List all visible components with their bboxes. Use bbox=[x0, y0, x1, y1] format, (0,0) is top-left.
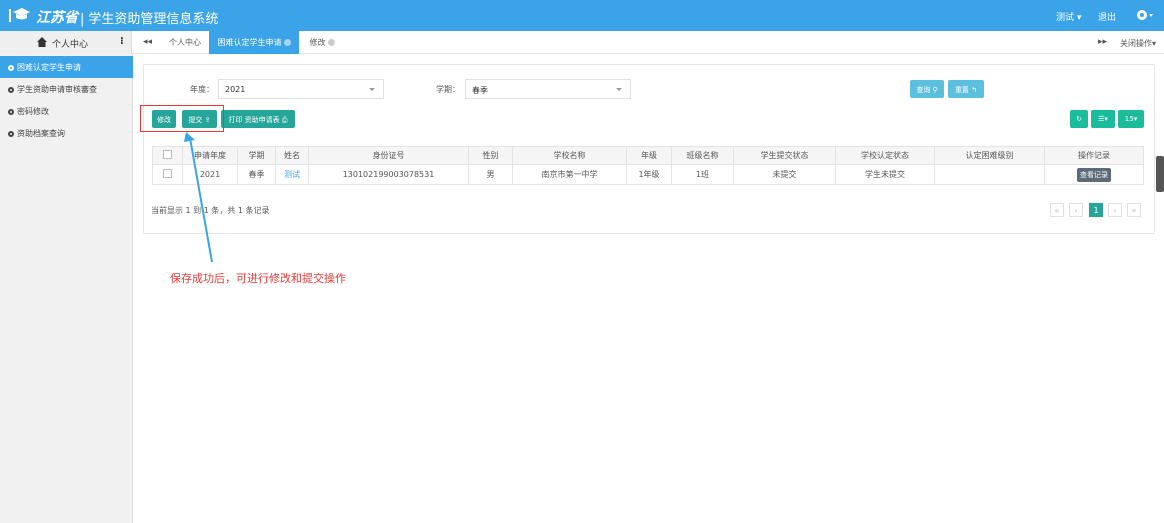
side-handle[interactable] bbox=[1156, 156, 1164, 192]
annotation-text: 保存成功后，可进行修改和提交操作 bbox=[170, 272, 346, 285]
annotation-arrow bbox=[184, 132, 213, 263]
